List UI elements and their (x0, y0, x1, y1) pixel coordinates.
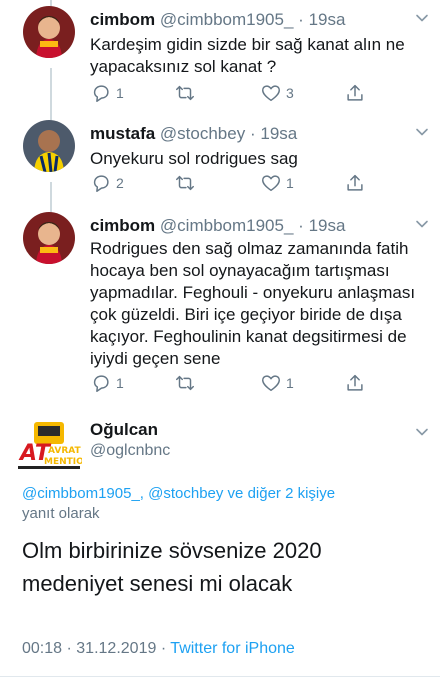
thread-tweet[interactable]: cimbom @cimbbom1905_ · 19sa Kardeşim gid… (0, 6, 440, 116)
share-icon (347, 84, 363, 101)
reply-mentions-link[interactable]: @cimbbom1905_, @stochbey ve diğer 2 kişi… (22, 484, 422, 504)
avatar-logo-avrat: AVRAT (48, 446, 82, 456)
chevron-down-icon[interactable] (414, 216, 430, 232)
like-count: 1 (286, 175, 294, 191)
chevron-down-icon[interactable] (414, 424, 430, 440)
tweet-actions: 2 1 (90, 172, 390, 196)
reply-count: 2 (116, 175, 124, 191)
tweet-time[interactable]: 19sa (309, 216, 346, 235)
divider (0, 676, 440, 677)
reply-button[interactable]: 2 (90, 172, 124, 194)
tweet-time[interactable]: 00:18 (22, 640, 62, 657)
retweet-icon (176, 375, 194, 391)
avatar-logo-mention: MENTION (44, 457, 82, 467)
display-name[interactable]: mustafa (90, 124, 155, 143)
tweet-header: cimbom @cimbbom1905_ · 19sa (90, 216, 345, 236)
reply-button[interactable]: 1 (90, 82, 124, 104)
reply-suffix: yanıt olarak (22, 505, 100, 522)
display-name[interactable]: cimbom (90, 10, 155, 29)
separator-dot: · (298, 10, 304, 29)
like-count: 1 (286, 375, 294, 391)
share-icon (347, 374, 363, 391)
user-handle[interactable]: @stochbey (160, 124, 245, 143)
avatar[interactable] (23, 212, 75, 264)
like-icon (262, 85, 280, 102)
thread-tweet[interactable]: mustafa @stochbey · 19sa Onyekuru sol ro… (0, 120, 440, 206)
tweet-meta: 00:18 · 31.12.2019 · Twitter for iPhone (22, 640, 295, 658)
tweet-header: cimbom @cimbbom1905_ · 19sa (90, 10, 345, 30)
tweet-text: Olm birbirinize sövsenize 2020 medeniyet… (22, 538, 322, 596)
avatar[interactable] (23, 6, 75, 58)
replying-to: @cimbbom1905_, @stochbey ve diğer 2 kişi… (22, 484, 422, 524)
reply-button[interactable]: 1 (90, 372, 124, 394)
tweet-actions: 1 3 (90, 82, 390, 106)
retweet-button[interactable] (174, 172, 200, 194)
user-handle[interactable]: @cimbbom1905_ (160, 216, 294, 235)
like-button[interactable]: 1 (260, 172, 294, 194)
share-button[interactable] (344, 82, 370, 104)
retweet-icon (176, 175, 194, 191)
focused-tweet: AT AVRAT MENTION Oğulcan @oglcnbnc @cimb… (0, 420, 440, 670)
chevron-down-icon[interactable] (414, 10, 430, 26)
tweet-header: mustafa @stochbey · 19sa (90, 124, 297, 144)
user-handle[interactable]: @oglcnbnc (90, 442, 170, 460)
reply-icon (93, 375, 109, 392)
display-name[interactable]: cimbom (90, 216, 155, 235)
chevron-down-icon[interactable] (414, 124, 430, 140)
like-icon (262, 175, 280, 192)
display-name[interactable]: Oğulcan (90, 420, 158, 440)
avatar[interactable]: AT AVRAT MENTION (16, 420, 82, 476)
like-count: 3 (286, 85, 294, 101)
share-button[interactable] (344, 172, 370, 194)
retweet-button[interactable] (174, 372, 200, 394)
separator-dot: · (298, 216, 304, 235)
share-button[interactable] (344, 372, 370, 394)
separator-dot: · (160, 640, 167, 657)
user-handle[interactable]: @cimbbom1905_ (160, 10, 294, 29)
like-button[interactable]: 1 (260, 372, 294, 394)
separator-dot: · (66, 640, 72, 657)
tweet-actions: 1 1 (90, 372, 390, 396)
tweet-date[interactable]: 31.12.2019 (76, 640, 156, 657)
share-icon (347, 174, 363, 191)
tweet-source-link[interactable]: Twitter for iPhone (170, 640, 295, 657)
separator-dot: · (249, 124, 256, 143)
retweet-button[interactable] (174, 82, 200, 104)
reply-icon (93, 85, 109, 102)
retweet-icon (176, 85, 194, 101)
reply-count: 1 (116, 375, 124, 391)
like-button[interactable]: 3 (260, 82, 294, 104)
reply-count: 1 (116, 85, 124, 101)
tweet-time[interactable]: 19sa (309, 10, 346, 29)
tweet-time[interactable]: 19sa (260, 124, 297, 143)
thread-tweet[interactable]: cimbom @cimbbom1905_ · 19sa Rodrigues de… (0, 212, 440, 396)
reply-icon (93, 175, 109, 192)
tweet-text: Kardeşim gidin sizde bir sağ kanat alın … (90, 35, 405, 76)
tweet-text: Onyekuru sol rodrigues sag (90, 149, 298, 168)
tweet-text: Rodrigues den sağ olmaz zamanında fatih … (90, 239, 416, 368)
avatar[interactable] (23, 120, 75, 172)
like-icon (262, 375, 280, 392)
